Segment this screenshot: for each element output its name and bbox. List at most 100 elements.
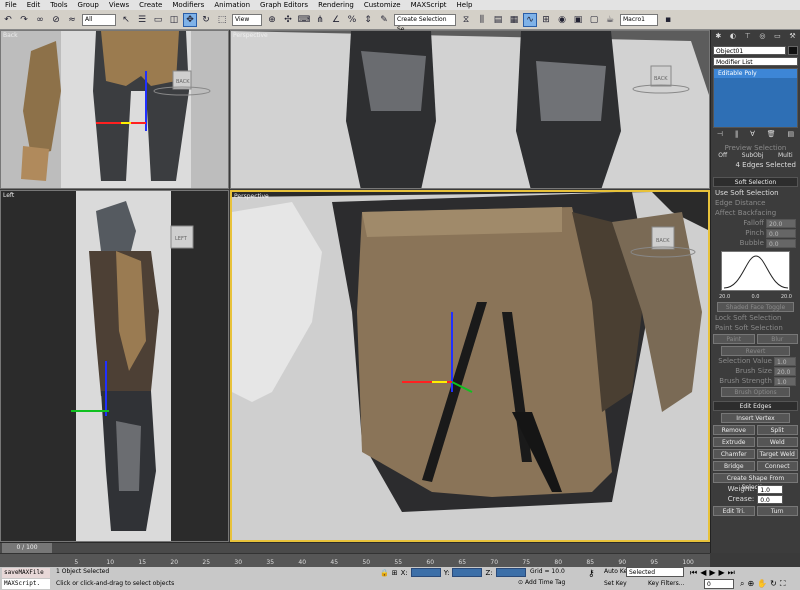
menu-graph-editors[interactable]: Graph Editors <box>255 1 313 9</box>
previous-frame-icon[interactable]: ◀ <box>700 568 706 578</box>
select-rotate-icon[interactable]: ↻ <box>199 13 213 27</box>
viewport-perspective-main[interactable]: Perspective BACK <box>230 190 710 542</box>
x-coordinate-field[interactable] <box>410 568 441 577</box>
object-name-field[interactable]: Object01 <box>713 46 786 55</box>
y-coordinate-field[interactable] <box>452 568 483 577</box>
orbit-icon[interactable]: ↻ <box>770 579 777 589</box>
named-selection-set-dropdown[interactable]: Create Selection Se <box>394 13 456 33</box>
key-filters-button[interactable]: Key Filters... <box>648 580 685 587</box>
split-button[interactable]: Split <box>756 425 798 435</box>
select-object-icon[interactable]: ↖ <box>119 13 133 27</box>
pan-icon[interactable]: ✋ <box>757 579 767 589</box>
remove-button[interactable]: Remove <box>713 425 755 435</box>
weight-spinner[interactable]: 1.0 <box>757 485 784 494</box>
view-cube-perspective-top[interactable]: BACK <box>654 76 668 82</box>
time-slider[interactable]: 0 / 100 <box>0 542 710 553</box>
viewport-perspective-top[interactable]: Perspective BACK <box>230 30 710 189</box>
menu-help[interactable]: Help <box>452 1 478 9</box>
chamfer-button[interactable]: Chamfer <box>713 449 755 459</box>
spinner-snap-icon[interactable]: ⇕ <box>361 13 375 27</box>
pivot-center-icon[interactable]: ⊕ <box>265 13 279 27</box>
selection-filter-dropdown[interactable]: All <box>82 13 116 26</box>
key-mode-dropdown[interactable]: Selected <box>626 567 684 577</box>
render-setup-icon[interactable]: ▣ <box>571 13 585 27</box>
lock-selection-icon[interactable]: 🔒 <box>380 569 389 577</box>
select-move-icon[interactable]: ✥ <box>183 12 197 27</box>
absolute-mode-icon[interactable]: ⊞ <box>392 569 398 577</box>
insert-vertex-button[interactable]: Insert Vertex <box>721 413 790 423</box>
time-tag-icon[interactable]: ⊙ <box>518 579 523 586</box>
snaps-toggle-icon[interactable]: ⋔ <box>313 13 327 27</box>
viewport-left[interactable]: Left LEFT <box>0 190 229 542</box>
remove-modifier-icon[interactable]: 🗑 <box>767 130 776 140</box>
maximize-viewport-icon[interactable]: ⛶ <box>780 579 786 589</box>
quick-render-icon[interactable]: ☕ <box>603 13 617 27</box>
track-bar[interactable]: 5 10 15 20 25 30 35 40 45 50 55 60 65 70 75 80 85 90 95 100 <box>0 553 710 567</box>
create-tab-icon[interactable]: ✱ <box>715 32 721 44</box>
reference-coordinate-dropdown[interactable]: View <box>232 13 262 26</box>
object-color-swatch[interactable] <box>788 46 798 55</box>
macro-button-icon[interactable]: ▪ <box>661 13 675 27</box>
view-cube-back[interactable]: BACK <box>176 79 190 85</box>
maxscript-listener-line1[interactable]: saveMAXFile <box>2 568 50 578</box>
graphite-ribbon-icon[interactable]: ▦ <box>507 13 521 27</box>
menu-rendering[interactable]: Rendering <box>313 1 359 9</box>
undo-icon[interactable]: ↶ <box>1 13 15 27</box>
zoom-all-icon[interactable]: ⊕ <box>747 579 754 589</box>
preview-multi-radio[interactable]: Multi <box>778 152 793 159</box>
go-to-start-icon[interactable]: ⏮ <box>690 568 697 578</box>
menu-file[interactable]: File <box>0 1 22 9</box>
rect-selection-icon[interactable]: ▭ <box>151 13 165 27</box>
bind-spacewarp-icon[interactable]: ≈ <box>65 13 79 27</box>
align-icon[interactable]: ⫼ <box>475 13 489 27</box>
percent-snap-icon[interactable]: % <box>345 13 359 27</box>
play-icon[interactable]: ▶ <box>709 568 715 578</box>
unlink-icon[interactable]: ⊘ <box>49 13 63 27</box>
preview-off-radio[interactable]: Off <box>718 152 727 159</box>
preview-subobj-radio[interactable]: SubObj <box>742 152 764 159</box>
connect-button[interactable]: Connect <box>756 461 798 471</box>
keyboard-shortcut-icon[interactable]: ⌨ <box>297 13 311 27</box>
modifier-list-dropdown[interactable]: Modifier List <box>713 57 798 66</box>
set-key-button[interactable]: Set Key <box>604 580 627 587</box>
next-frame-icon[interactable]: ▶ <box>719 568 725 578</box>
edit-edges-rollout[interactable]: Edit Edges <box>713 401 798 411</box>
menu-create[interactable]: Create <box>134 1 167 9</box>
menu-customize[interactable]: Customize <box>359 1 406 9</box>
maxscript-listener-line2[interactable]: MAXScript. <box>2 579 50 589</box>
menu-modifiers[interactable]: Modifiers <box>167 1 209 9</box>
view-cube-left[interactable]: LEFT <box>175 236 188 242</box>
redo-icon[interactable]: ↷ <box>17 13 31 27</box>
modify-tab-icon[interactable]: ◐ <box>730 32 736 44</box>
viewport-back[interactable]: Back BACK <box>0 30 229 189</box>
menu-edit[interactable]: Edit <box>22 1 46 9</box>
make-unique-icon[interactable]: ∀ <box>750 130 755 140</box>
soft-selection-rollout[interactable]: Soft Selection <box>713 177 798 187</box>
hierarchy-tab-icon[interactable]: ⊤ <box>745 32 751 44</box>
link-icon[interactable]: ∞ <box>33 13 47 27</box>
go-to-end-icon[interactable]: ⏭ <box>728 568 735 578</box>
pin-stack-icon[interactable]: ⊣ <box>717 130 723 140</box>
view-cube-perspective-main[interactable]: BACK <box>656 238 670 244</box>
time-slider-thumb[interactable]: 0 / 100 <box>2 543 52 553</box>
utilities-tab-icon[interactable]: ⚒ <box>789 32 795 44</box>
mirror-icon[interactable]: ⧖ <box>459 13 473 27</box>
crease-spinner[interactable]: 0.0 <box>757 495 784 504</box>
select-manipulate-icon[interactable]: ✣ <box>281 13 295 27</box>
menu-animation[interactable]: Animation <box>209 1 255 9</box>
curve-editor-icon[interactable]: ∿ <box>523 12 537 27</box>
menu-views[interactable]: Views <box>104 1 134 9</box>
weld-button[interactable]: Weld <box>756 437 798 447</box>
zoom-icon[interactable]: ⌕ <box>740 579 744 589</box>
target-weld-button[interactable]: Target Weld <box>756 449 798 459</box>
modifier-stack-item[interactable]: Editable Poly <box>714 69 797 78</box>
window-crossing-icon[interactable]: ◫ <box>167 13 181 27</box>
display-tab-icon[interactable]: ▭ <box>774 32 781 44</box>
add-time-tag-button[interactable]: Add Time Tag <box>525 579 565 586</box>
show-end-result-icon[interactable]: ‖ <box>735 130 739 140</box>
menu-maxscript[interactable]: MAXScript <box>406 1 452 9</box>
macro-dropdown[interactable]: Macro1 <box>620 13 658 26</box>
motion-tab-icon[interactable]: ◎ <box>759 32 765 44</box>
current-frame-field[interactable]: 0 <box>704 579 734 589</box>
schematic-view-icon[interactable]: ⊞ <box>539 13 553 27</box>
